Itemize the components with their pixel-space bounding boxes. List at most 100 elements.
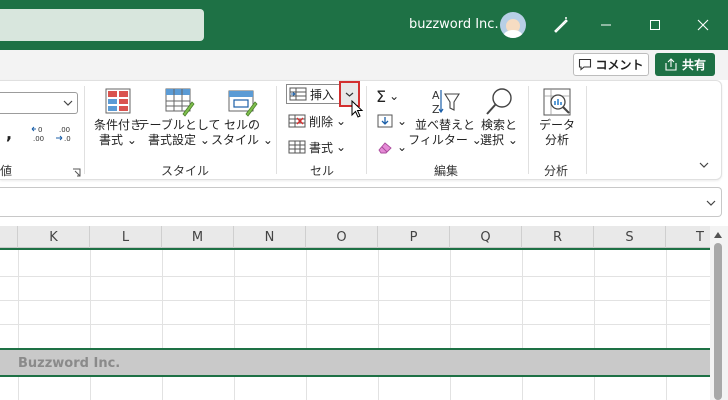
scroll-up-button[interactable] — [713, 229, 723, 239]
data-analysis-label-1: データ — [538, 118, 575, 132]
account-name: buzzword Inc. — [409, 17, 499, 32]
share-button[interactable]: 共有 — [655, 53, 715, 76]
clear-button[interactable]: ⌄ — [376, 137, 407, 157]
format-as-table-label-2: 書式設定 — [148, 133, 197, 147]
column-header-l[interactable]: L — [90, 226, 162, 248]
delete-cells-icon — [288, 114, 306, 128]
svg-text:.00: .00 — [33, 135, 44, 143]
cell-styles-label-2: スタイル — [211, 133, 260, 147]
insert-button[interactable]: 挿入 — [286, 84, 340, 104]
chevron-down-icon: ⌄ — [397, 140, 408, 154]
band-bottom-border — [0, 375, 710, 377]
minimize-icon — [601, 24, 611, 26]
pen-sparkle-icon — [554, 17, 568, 33]
fill-down-icon — [377, 114, 393, 128]
data-analysis-button[interactable]: データ 分析 — [536, 86, 578, 156]
share-label: 共有 — [681, 58, 706, 72]
column-header-r[interactable]: R — [522, 226, 594, 248]
comment-label: コメント — [595, 58, 644, 72]
share-icon — [665, 58, 677, 71]
table-top-border — [0, 248, 710, 250]
insert-label: 挿入 — [310, 87, 335, 102]
column-header-m[interactable]: M — [162, 226, 234, 248]
scrollbar-thumb[interactable] — [714, 243, 722, 400]
svg-text:.00: .00 — [59, 126, 70, 134]
close-icon — [697, 19, 709, 31]
conditional-formatting-label-2: 書式 — [99, 133, 124, 147]
format-cells-icon — [288, 140, 306, 154]
delete-label: 削除 — [309, 114, 334, 129]
column-header-q[interactable]: Q — [450, 226, 522, 248]
chevron-down-icon: ⌄ — [262, 133, 273, 147]
format-button[interactable]: 書式 ⌄ — [288, 137, 346, 157]
minimize-button[interactable] — [593, 12, 619, 38]
close-button[interactable] — [690, 12, 716, 38]
svg-text:A: A — [432, 89, 440, 102]
formula-bar-expand-button[interactable] — [704, 196, 718, 210]
column-header-k[interactable]: K — [18, 226, 90, 248]
grid-line — [0, 300, 710, 301]
column-header-n[interactable]: N — [234, 226, 306, 248]
number-dialog-launcher[interactable] — [72, 166, 81, 177]
fill-button[interactable]: ⌄ — [376, 111, 407, 131]
chevron-down-icon — [63, 100, 73, 106]
column-header-t[interactable]: T — [666, 226, 710, 248]
svg-text:.0: .0 — [64, 135, 71, 143]
insert-cells-icon — [289, 87, 307, 101]
data-analysis-label-2: 分析 — [544, 133, 569, 147]
delete-button[interactable]: 削除 ⌄ — [288, 111, 346, 131]
number-format-dropdown[interactable] — [0, 92, 78, 114]
grid-line — [0, 324, 710, 325]
chevron-down-icon: ⌄ — [336, 140, 347, 154]
sort-filter-label-2: フィルター — [408, 133, 468, 147]
increase-decimal-icon: 0.00 — [31, 126, 44, 143]
data-analysis-icon — [543, 88, 571, 116]
format-as-table-button[interactable]: テーブルとして 書式設定 ⌄ — [138, 86, 220, 156]
grid-line — [0, 276, 710, 277]
number-group-label: 値 — [0, 164, 13, 178]
chevron-down-icon: ⌄ — [397, 114, 408, 128]
comma-style-button[interactable]: , — [6, 124, 12, 143]
chevron-down-icon: ⌄ — [389, 89, 400, 103]
editing-group-label: 編集 — [434, 164, 459, 178]
column-header-s[interactable]: S — [594, 226, 666, 248]
increase-decimal-button[interactable]: 0.00 — [30, 124, 48, 146]
conditional-formatting-button[interactable]: 条件付き 書式 ⌄ — [92, 86, 144, 156]
conditional-formatting-icon — [105, 88, 131, 114]
group-separator — [366, 86, 367, 174]
cell-styles-button[interactable]: セルの スタイル ⌄ — [211, 86, 273, 156]
ribbon-collapse-button[interactable] — [697, 158, 711, 172]
format-as-table-icon — [165, 88, 195, 117]
avatar[interactable] — [500, 12, 526, 38]
maximize-button[interactable] — [642, 12, 668, 38]
cell-styles-icon — [228, 90, 258, 117]
formula-bar[interactable] — [0, 187, 722, 217]
chevron-down-icon: ⌄ — [507, 133, 518, 147]
sigma-icon: Σ — [376, 86, 387, 106]
column-header-o[interactable]: O — [306, 226, 378, 248]
autosum-button[interactable]: Σ ⌄ — [376, 86, 399, 106]
triangle-up-icon — [714, 232, 722, 238]
format-label: 書式 — [309, 140, 334, 155]
analysis-group-label: 分析 — [544, 164, 569, 178]
dialog-launcher-icon — [73, 168, 81, 177]
group-separator — [276, 86, 277, 174]
decrease-decimal-button[interactable]: .00.0 — [54, 124, 74, 146]
sort-filter-label-1: 並べ替えと — [415, 118, 476, 132]
designer-pen-button[interactable] — [548, 12, 574, 38]
styles-group-label: スタイル — [161, 164, 210, 178]
chevron-down-icon — [706, 200, 716, 206]
cells-group-label: セル — [310, 164, 335, 178]
column-header-p[interactable]: P — [378, 226, 450, 248]
search-box[interactable] — [0, 9, 204, 41]
column-header-partial[interactable] — [0, 226, 18, 248]
sort-filter-icon: A Z — [432, 89, 460, 116]
column-header-row: K L M N O P Q R S T — [0, 226, 710, 248]
find-select-label-1: 検索と — [480, 118, 517, 132]
sort-filter-button[interactable]: A Z 並べ替えと フィルター ⌄ — [408, 86, 482, 156]
avatar-body — [503, 30, 523, 38]
worksheet-grid[interactable]: K L M N O P Q R S T Buzzword Inc. — [0, 226, 710, 400]
comment-button[interactable]: コメント — [573, 53, 649, 76]
find-select-button[interactable]: 検索と 選択 ⌄ — [478, 86, 520, 156]
group-separator — [84, 86, 85, 174]
